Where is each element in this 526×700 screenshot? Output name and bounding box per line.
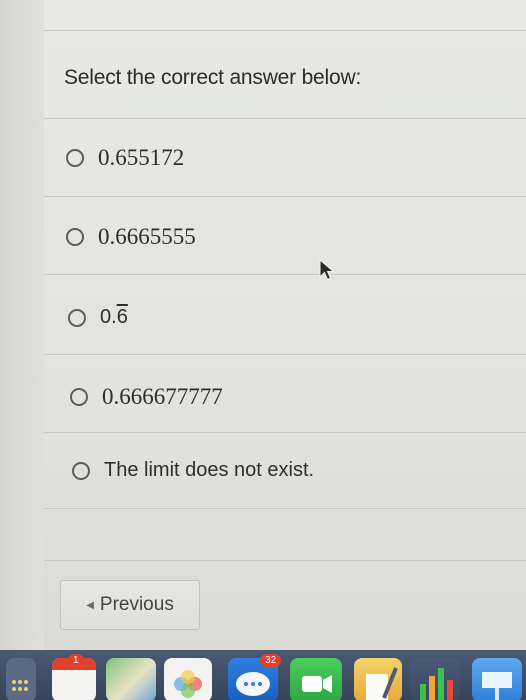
radio-button[interactable] (66, 149, 84, 167)
answer-option-label: 0.655172 (98, 145, 185, 170)
answer-option-1[interactable]: 0.655172 (66, 145, 184, 171)
messages-badge: 32 (260, 654, 282, 667)
answer-option-3[interactable]: 0.6 (68, 306, 128, 329)
keynote-icon[interactable] (472, 658, 522, 700)
divider (44, 274, 526, 275)
previous-button[interactable]: ◀ Previous (60, 580, 200, 630)
radio-button[interactable] (66, 228, 84, 246)
dock: 1 32 (0, 650, 526, 700)
maps-icon[interactable] (106, 658, 156, 700)
answer-option-2[interactable]: 0.6665555 (66, 224, 196, 250)
decimal-prefix: 0. (100, 306, 117, 328)
launchpad-icon[interactable] (6, 658, 36, 700)
facetime-icon[interactable] (290, 658, 342, 700)
divider (44, 354, 526, 355)
repeating-digit: 6 (116, 306, 128, 328)
left-arrow-icon: ◀ (86, 599, 94, 611)
answer-option-label: 0.6 (100, 306, 128, 329)
left-margin (0, 0, 45, 650)
answer-option-label: The limit does not exist. (104, 459, 315, 481)
divider (44, 30, 526, 31)
divider (44, 432, 526, 433)
numbers-icon[interactable] (410, 658, 460, 700)
radio-button[interactable] (72, 461, 90, 480)
radio-button[interactable] (70, 388, 88, 406)
screen: Select the correct answer below: 0.65517… (0, 0, 526, 700)
mouse-cursor-icon (319, 258, 335, 281)
calendar-badge: 1 (68, 654, 84, 667)
divider (44, 196, 526, 197)
radio-button[interactable] (68, 308, 86, 327)
pages-icon[interactable] (354, 658, 402, 700)
photos-icon[interactable] (164, 658, 212, 700)
question-prompt: Select the correct answer below: (64, 66, 362, 89)
divider (44, 508, 526, 509)
previous-button-label: Previous (99, 594, 174, 615)
answer-option-label: 0.6665555 (98, 224, 196, 249)
answer-option-5[interactable]: The limit does not exist. (72, 459, 314, 482)
divider (44, 118, 526, 119)
answer-option-label: 0.666677777 (102, 384, 223, 409)
divider (44, 560, 526, 561)
answer-option-4[interactable]: 0.666677777 (70, 384, 223, 410)
